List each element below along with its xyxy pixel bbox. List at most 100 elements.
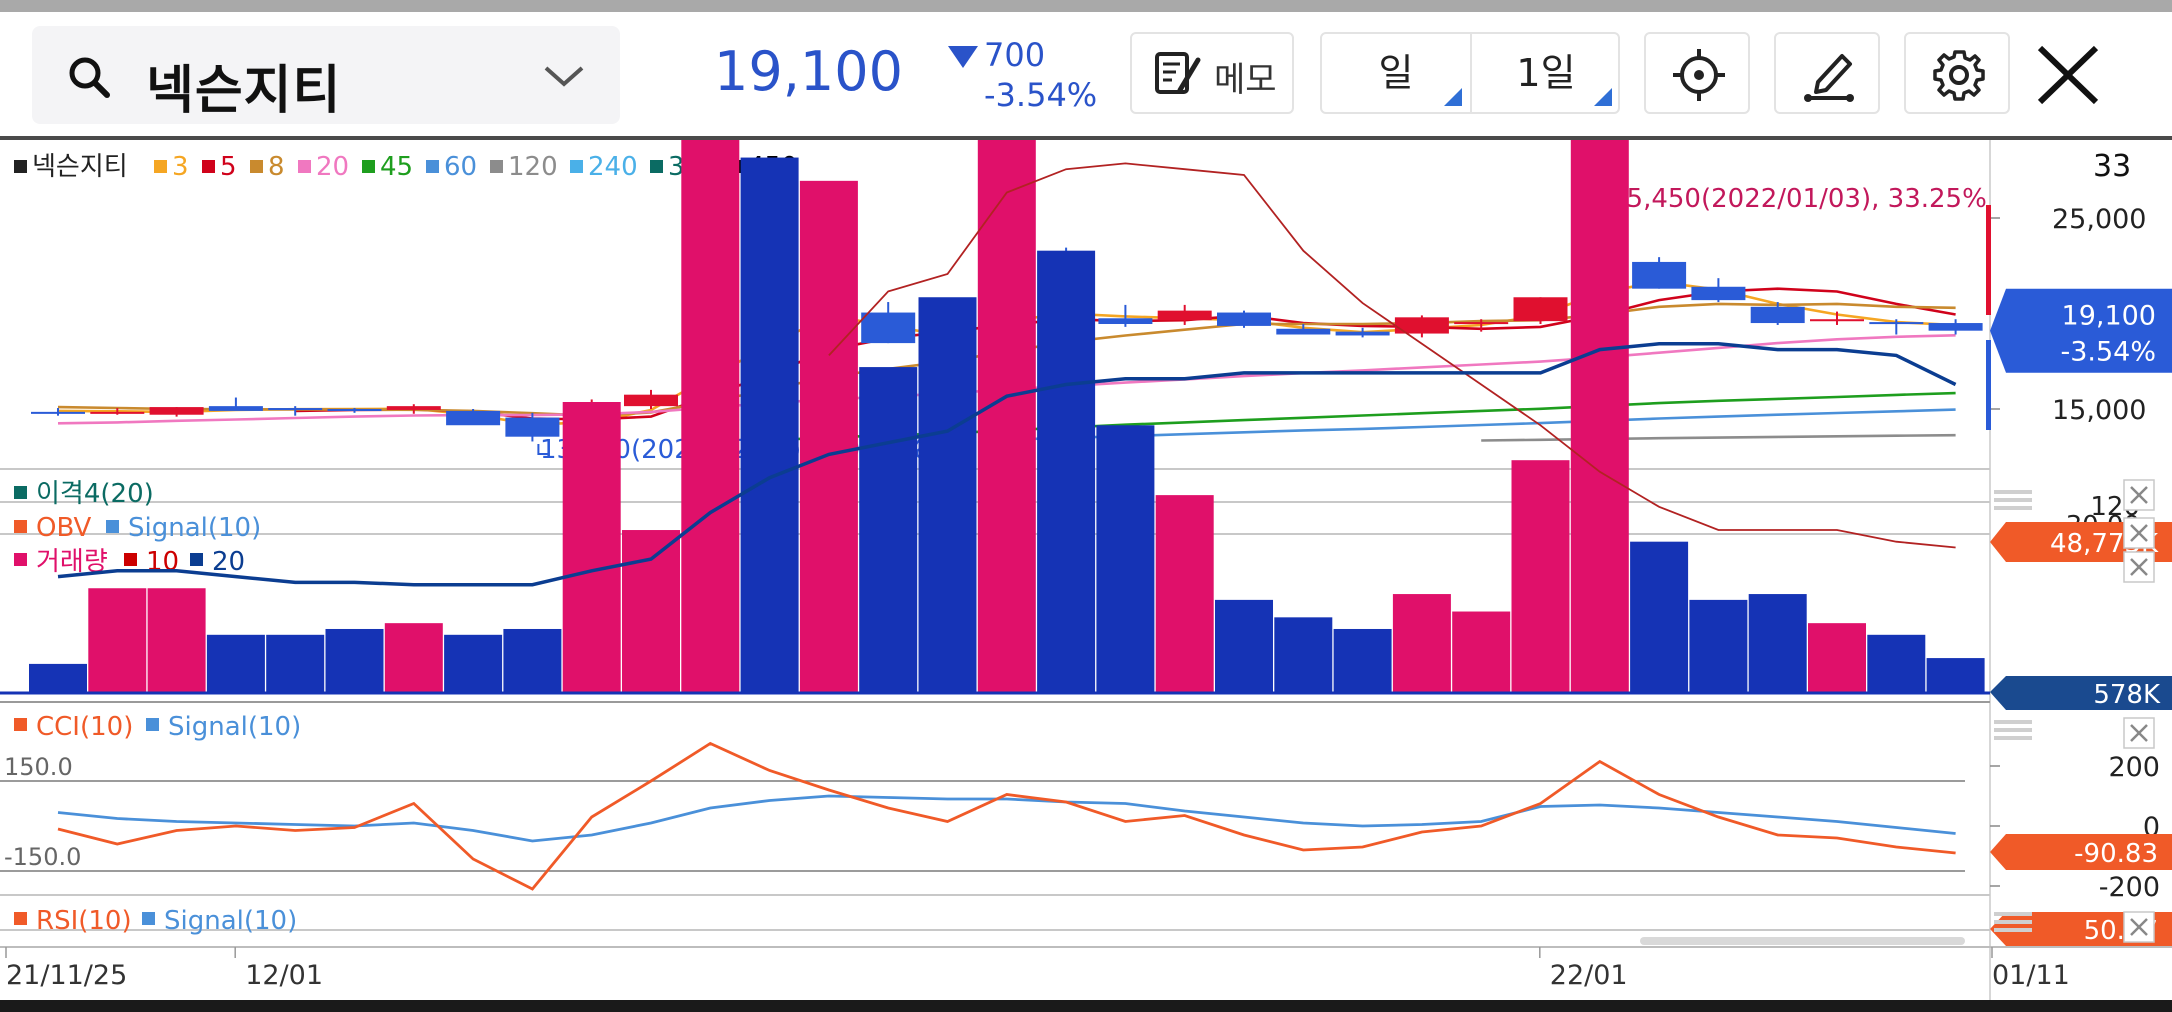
candle[interactable] bbox=[1750, 306, 1805, 324]
volume-bar[interactable] bbox=[1748, 594, 1807, 693]
drag-handle-icon[interactable] bbox=[1994, 736, 2032, 740]
legend-swatch bbox=[190, 553, 203, 566]
candle[interactable] bbox=[327, 409, 382, 411]
candle[interactable] bbox=[1157, 310, 1212, 321]
cci-signal-line bbox=[57, 794, 1956, 843]
legend-label: 넥슨지티 bbox=[32, 152, 128, 182]
stock-search-box[interactable]: 넥슨지티 bbox=[32, 26, 620, 124]
volume-bar[interactable] bbox=[1570, 140, 1629, 693]
candle[interactable] bbox=[505, 417, 560, 437]
chart-canvas[interactable]: 넥슨지티3582045601202403604503325,00015,0002… bbox=[0, 140, 2172, 1000]
volume-bar[interactable] bbox=[29, 663, 87, 693]
candle[interactable] bbox=[1928, 323, 1983, 331]
volume-bar[interactable] bbox=[266, 634, 325, 693]
volume-bar[interactable] bbox=[206, 634, 265, 693]
candle[interactable] bbox=[1632, 261, 1687, 289]
legend-swatch bbox=[426, 160, 439, 173]
volume-bar[interactable] bbox=[1926, 658, 1985, 693]
candle[interactable] bbox=[268, 408, 323, 411]
volume-bar[interactable] bbox=[1452, 611, 1511, 693]
volume-bar[interactable] bbox=[977, 140, 1036, 693]
candle[interactable] bbox=[1810, 319, 1864, 322]
candle[interactable] bbox=[90, 411, 145, 414]
candle[interactable] bbox=[1869, 322, 1924, 325]
drag-handle-icon[interactable] bbox=[1994, 928, 2032, 932]
volume-bar[interactable] bbox=[622, 530, 680, 693]
panel-close-icon[interactable] bbox=[2123, 517, 2155, 549]
drag-handle-icon[interactable] bbox=[1994, 490, 2032, 494]
volume-bar[interactable] bbox=[325, 628, 384, 693]
volume-bar[interactable] bbox=[1867, 634, 1926, 693]
panel-close-icon[interactable] bbox=[2123, 479, 2155, 511]
legend-swatch bbox=[146, 718, 159, 731]
panel-close-icon[interactable] bbox=[2123, 717, 2155, 749]
cci-ref-label: 150.0 bbox=[4, 753, 73, 781]
legend-swatch bbox=[14, 912, 27, 925]
memo-button[interactable]: 메모 bbox=[1130, 32, 1294, 114]
volume-bar[interactable] bbox=[1333, 628, 1392, 693]
price-badge-percent: -3.54% bbox=[2060, 337, 2156, 368]
candle[interactable] bbox=[446, 410, 501, 426]
cci-legend-label: CCI(10) bbox=[36, 712, 133, 742]
close-icon[interactable] bbox=[2032, 42, 2104, 108]
candle[interactable] bbox=[1691, 286, 1746, 301]
cci-tick-label: 200 bbox=[2108, 752, 2160, 783]
period-value-select[interactable]: 1일 bbox=[1472, 34, 1620, 112]
volume-bar[interactable] bbox=[1215, 599, 1273, 693]
period-unit-label: 일 bbox=[1378, 51, 1414, 95]
search-icon[interactable] bbox=[66, 54, 112, 100]
drag-handle-icon[interactable] bbox=[1994, 498, 2032, 502]
volume-bar[interactable] bbox=[384, 623, 443, 693]
volume-bar[interactable] bbox=[1808, 623, 1866, 693]
volume-bar[interactable] bbox=[1155, 495, 1214, 693]
drag-handle-icon[interactable] bbox=[1994, 728, 2032, 732]
legend-label: 8 bbox=[268, 152, 285, 182]
crosshair-button[interactable] bbox=[1644, 32, 1750, 114]
candle[interactable] bbox=[208, 406, 263, 411]
volume-bar[interactable] bbox=[503, 628, 562, 693]
panel-close-icon[interactable] bbox=[2123, 911, 2155, 943]
volume-bar[interactable] bbox=[1096, 425, 1155, 693]
legend-swatch bbox=[298, 160, 311, 173]
candle[interactable] bbox=[1454, 322, 1509, 325]
candle[interactable] bbox=[149, 407, 204, 415]
volume-bar[interactable] bbox=[1689, 599, 1748, 693]
volume-bar[interactable] bbox=[799, 180, 858, 694]
candle[interactable] bbox=[1335, 331, 1390, 336]
volume-bar[interactable] bbox=[1274, 617, 1333, 693]
volume-bar[interactable] bbox=[88, 588, 147, 693]
stock-name: 넥슨지티 bbox=[146, 61, 342, 121]
panel-close-icon[interactable] bbox=[2123, 551, 2155, 583]
settings-button[interactable] bbox=[1904, 32, 2010, 114]
volume-bar[interactable] bbox=[1511, 460, 1570, 693]
candle[interactable] bbox=[1217, 312, 1271, 326]
volume-bar[interactable] bbox=[859, 367, 918, 693]
volume-bar[interactable] bbox=[1392, 594, 1451, 693]
drag-handle-icon[interactable] bbox=[1994, 720, 2032, 724]
period-unit-select[interactable]: 일 bbox=[1322, 34, 1470, 112]
volume-bar[interactable] bbox=[1630, 541, 1689, 693]
candle[interactable] bbox=[1276, 328, 1331, 335]
volume-bar[interactable] bbox=[681, 140, 740, 694]
volume-bar[interactable] bbox=[918, 297, 977, 693]
legend-swatch bbox=[124, 553, 137, 566]
volume-bar[interactable] bbox=[147, 588, 206, 693]
horizontal-scrollbar[interactable] bbox=[1640, 937, 1965, 945]
drag-handle-icon[interactable] bbox=[1994, 912, 2032, 916]
candle[interactable] bbox=[861, 312, 916, 344]
chart-header: 넥슨지티 19,100 700 -3.54% 메모 일 1일 bbox=[0, 12, 2172, 136]
drag-handle-icon[interactable] bbox=[1994, 920, 2032, 924]
drag-handle-icon[interactable] bbox=[1994, 506, 2032, 510]
x-tick-label: 22/01 bbox=[1550, 960, 1628, 991]
candle[interactable] bbox=[1098, 318, 1153, 325]
candle[interactable] bbox=[386, 406, 441, 410]
volume-bar[interactable] bbox=[562, 402, 621, 693]
volume-bar[interactable] bbox=[1037, 250, 1096, 693]
chevron-down-icon[interactable] bbox=[542, 64, 586, 90]
volume-bar[interactable] bbox=[444, 634, 503, 693]
drawing-button[interactable] bbox=[1774, 32, 1880, 114]
candle[interactable] bbox=[624, 394, 678, 407]
volume-bar[interactable] bbox=[740, 157, 799, 693]
candle[interactable] bbox=[31, 411, 85, 414]
candle[interactable] bbox=[1513, 297, 1568, 322]
